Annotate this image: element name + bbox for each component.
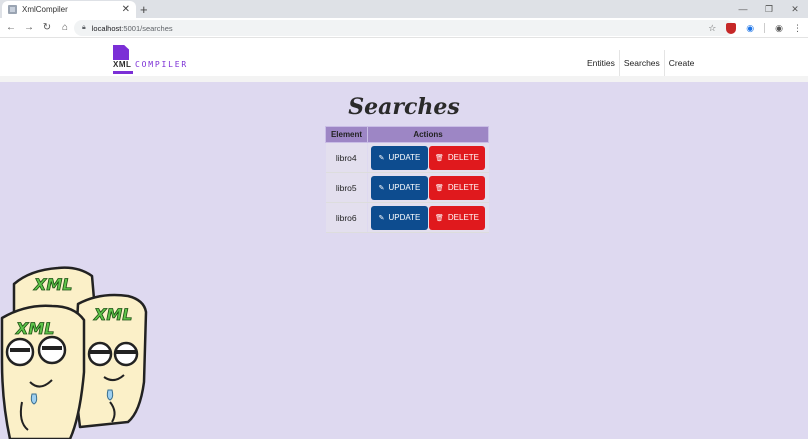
reload-icon[interactable]: ↻	[40, 22, 54, 33]
extension-shield-icon[interactable]	[726, 22, 737, 34]
element-cell: libro4	[325, 142, 368, 173]
table-row: libro6 ✎ UPDATE 🗑︎ DELETE	[325, 202, 489, 233]
update-button[interactable]: ✎ UPDATE	[371, 205, 428, 230]
minimize-icon[interactable]: —	[730, 0, 756, 18]
nav-divider	[618, 50, 620, 76]
pencil-icon: ✎	[378, 184, 385, 192]
mascot-xml-label: XML	[33, 275, 72, 294]
column-header-actions: Actions	[367, 126, 489, 143]
restore-icon[interactable]: ❐	[756, 0, 782, 18]
table-row: libro4 ✎ UPDATE 🗑︎ DELETE	[325, 142, 489, 173]
update-label: UPDATE	[388, 183, 421, 192]
app-header: XML COMPILER Entities Searches Create	[0, 38, 808, 82]
extension-sound-icon[interactable]: ◉	[746, 23, 754, 34]
update-button[interactable]: ✎ UPDATE	[371, 175, 428, 200]
nav-searches[interactable]: Searches	[621, 52, 663, 74]
update-label: UPDATE	[388, 213, 421, 222]
element-cell: libro5	[325, 172, 368, 203]
trash-icon: 🗑︎	[434, 214, 444, 222]
close-tab-icon[interactable]: ✕	[122, 4, 130, 15]
column-header-element: Element	[325, 126, 368, 143]
trash-icon: 🗑︎	[434, 154, 444, 162]
delete-label: DELETE	[447, 183, 479, 192]
nav-create[interactable]: Create	[666, 52, 698, 74]
url-path: :5001/searches	[121, 23, 173, 33]
mascot-xml-label: XML	[93, 305, 132, 324]
browser-toolbar: ← → ↻ ⌂ 🔒︎ localhost:5001/searches ☆ ◉ ◉…	[0, 18, 808, 38]
table-row: libro5 ✎ UPDATE 🗑︎ DELETE	[325, 172, 489, 203]
close-window-icon[interactable]: ✕	[782, 0, 808, 18]
new-tab-button[interactable]: +	[140, 2, 148, 17]
actions-cell: ✎ UPDATE 🗑︎ DELETE	[367, 142, 489, 173]
back-icon[interactable]: ←	[4, 22, 18, 33]
actions-cell: ✎ UPDATE 🗑︎ DELETE	[367, 202, 489, 233]
logo-compiler-text: COMPILER	[135, 60, 188, 69]
bookmark-star-icon[interactable]: ☆	[708, 23, 716, 34]
menu-kebab-icon[interactable]: ⋮	[793, 23, 802, 34]
logo-underline	[113, 71, 133, 74]
delete-button[interactable]: 🗑︎ DELETE	[429, 145, 485, 170]
delete-button[interactable]: 🗑︎ DELETE	[429, 175, 485, 200]
toolbar-icons: ☆ ◉ ◉ ⋮	[708, 18, 802, 38]
delete-button[interactable]: 🗑︎ DELETE	[429, 205, 485, 230]
profile-avatar-icon[interactable]: ◉	[775, 23, 783, 34]
logo-document-icon	[113, 45, 129, 60]
searches-table: Element Actions libro4 ✎ UPDATE 🗑︎ DELETE l…	[325, 126, 489, 233]
home-icon[interactable]: ⌂	[58, 22, 72, 33]
mascot-xml-label: XML	[15, 319, 54, 338]
pencil-icon: ✎	[378, 214, 385, 222]
update-button[interactable]: ✎ UPDATE	[371, 145, 428, 170]
forward-icon[interactable]: →	[22, 22, 36, 33]
logo-xml-text: XML	[113, 60, 132, 69]
nav-entities[interactable]: Entities	[584, 52, 618, 74]
app-logo[interactable]: XML COMPILER	[113, 45, 186, 75]
window-controls: — ❐ ✕	[730, 0, 808, 18]
browser-tab[interactable]: XmlCompiler ✕	[2, 1, 136, 18]
element-cell: libro6	[325, 202, 368, 233]
actions-cell: ✎ UPDATE 🗑︎ DELETE	[367, 172, 489, 203]
pencil-icon: ✎	[378, 154, 385, 162]
info-icon[interactable]: 🔒︎	[82, 24, 86, 32]
update-label: UPDATE	[388, 153, 421, 162]
main-nav: Entities Searches Create	[584, 50, 697, 76]
address-bar[interactable]: 🔒︎ localhost:5001/searches	[74, 20, 734, 36]
trash-icon: 🗑︎	[434, 184, 444, 192]
page-title: Searches	[348, 94, 460, 120]
favicon-icon	[8, 5, 17, 14]
nav-divider	[663, 50, 665, 76]
url-host: localhost	[91, 23, 122, 33]
toolbar-divider	[764, 23, 766, 33]
delete-label: DELETE	[447, 213, 479, 222]
browser-tabstrip: XmlCompiler ✕ + — ❐ ✕	[0, 0, 808, 18]
delete-label: DELETE	[447, 153, 479, 162]
xml-mascot-illustration: XML XML XML	[0, 266, 148, 439]
tab-title: XmlCompiler	[22, 5, 68, 14]
